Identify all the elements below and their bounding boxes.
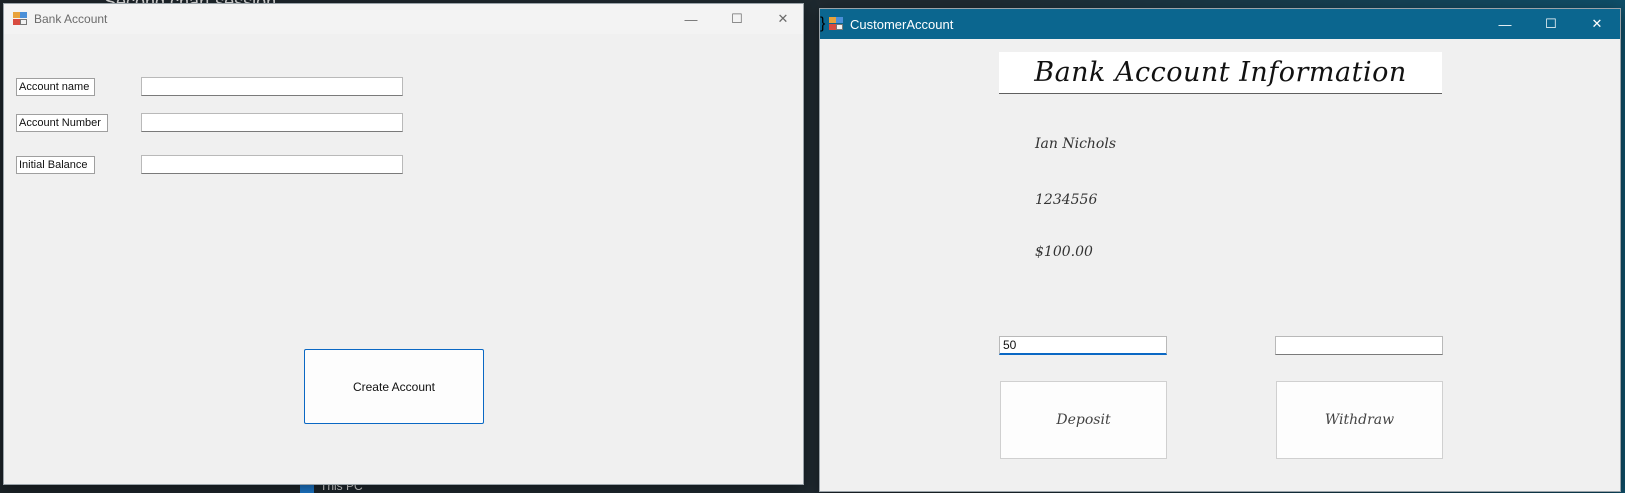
account-name-input[interactable] [141,77,403,96]
balance-value: $100.00 [1035,244,1093,260]
account-name-label: Account name [16,78,95,96]
maximize-icon[interactable]: ☐ [714,4,760,34]
account-number-label: Account Number [16,114,108,132]
title-bar[interactable]: CustomerAccount — ☐ ✕ } [820,9,1620,39]
account-number-input[interactable] [141,113,403,132]
minimize-icon[interactable]: — [668,4,714,34]
close-icon[interactable]: ✕ [760,4,806,34]
create-account-button[interactable]: Create Account [304,349,484,424]
deposit-amount-input[interactable] [999,336,1167,355]
account-info-heading: Bank Account Information [999,52,1442,94]
bank-account-window: Bank Account — ☐ ✕ Account name Account … [4,4,803,484]
app-icon [829,17,843,30]
customer-account-window: CustomerAccount — ☐ ✕ } Bank Account Inf… [820,9,1620,491]
minimize-icon[interactable]: — [1482,9,1528,39]
title-bar[interactable]: Bank Account — ☐ ✕ [4,4,803,34]
withdraw-button[interactable]: Withdraw [1276,381,1443,459]
app-icon [13,12,27,25]
account-name-value: Ian Nichols [1035,136,1117,152]
initial-balance-label: Initial Balance [16,156,95,174]
window-title: CustomerAccount [850,17,954,32]
withdraw-amount-input[interactable] [1275,336,1443,355]
maximize-icon[interactable]: ☐ [1528,9,1574,39]
initial-balance-input[interactable] [141,155,403,174]
deposit-button[interactable]: Deposit [1000,381,1167,459]
account-number-value: 1234556 [1035,192,1098,208]
close-icon[interactable]: ✕ [1574,9,1620,39]
window-title: Bank Account [34,12,108,26]
